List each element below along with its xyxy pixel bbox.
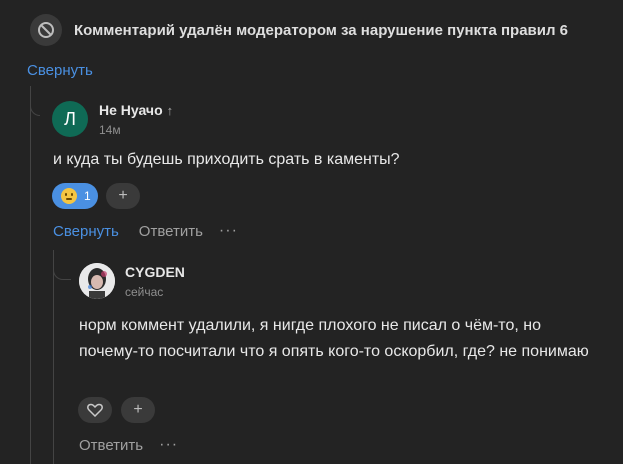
- avatar-letter: Л: [64, 108, 76, 129]
- avatar-image: [79, 263, 115, 299]
- thread-line: [53, 250, 54, 464]
- reply-button[interactable]: Ответить: [139, 223, 203, 240]
- thread-branch: [53, 250, 71, 280]
- plus-icon: +: [133, 401, 143, 418]
- avatar[interactable]: [79, 263, 115, 299]
- add-reaction-button[interactable]: +: [121, 397, 155, 423]
- comment-timestamp[interactable]: 14м: [99, 123, 121, 137]
- more-options-icon[interactable]: ···: [159, 436, 178, 454]
- deleted-comment-text: Комментарий удалён модератором за наруше…: [74, 21, 569, 39]
- add-reaction-button[interactable]: +: [106, 183, 140, 209]
- ban-icon: [30, 14, 62, 46]
- comments-thread: Комментарий удалён модератором за наруше…: [0, 0, 623, 464]
- more-options-icon[interactable]: ···: [219, 222, 238, 240]
- arrow-up-icon: ↑: [166, 103, 174, 118]
- avatar[interactable]: Л: [52, 101, 88, 137]
- neutral-face-emoji-icon: [61, 188, 77, 204]
- comment-author[interactable]: CYGDEN: [125, 264, 185, 280]
- reaction-count: 1: [84, 189, 91, 203]
- reply-button[interactable]: Ответить: [79, 437, 143, 454]
- heart-icon: [87, 403, 103, 417]
- plus-icon: +: [118, 187, 128, 204]
- comment-actions: Ответить ···: [79, 436, 178, 454]
- thread-branch: [30, 86, 40, 116]
- comment-text: норм коммент удалили, я нигде плохого не…: [79, 317, 589, 360]
- thread-line: [30, 86, 31, 464]
- comment-actions: Свернуть Ответить ···: [53, 222, 238, 240]
- comment-timestamp[interactable]: сейчас: [125, 285, 163, 299]
- comment-author[interactable]: Не Нуачо ↑: [99, 102, 173, 118]
- like-button[interactable]: [78, 397, 112, 423]
- reaction-button[interactable]: 1: [52, 183, 98, 209]
- deleted-comment-notice: Комментарий удалён модератором за наруше…: [30, 14, 568, 46]
- collapse-replies-link[interactable]: Свернуть: [53, 223, 119, 240]
- author-name[interactable]: Не Нуачо: [99, 102, 163, 118]
- comment-text: и куда ты будешь приходить срать в камен…: [53, 151, 400, 168]
- collapse-thread-link[interactable]: Свернуть: [27, 62, 93, 79]
